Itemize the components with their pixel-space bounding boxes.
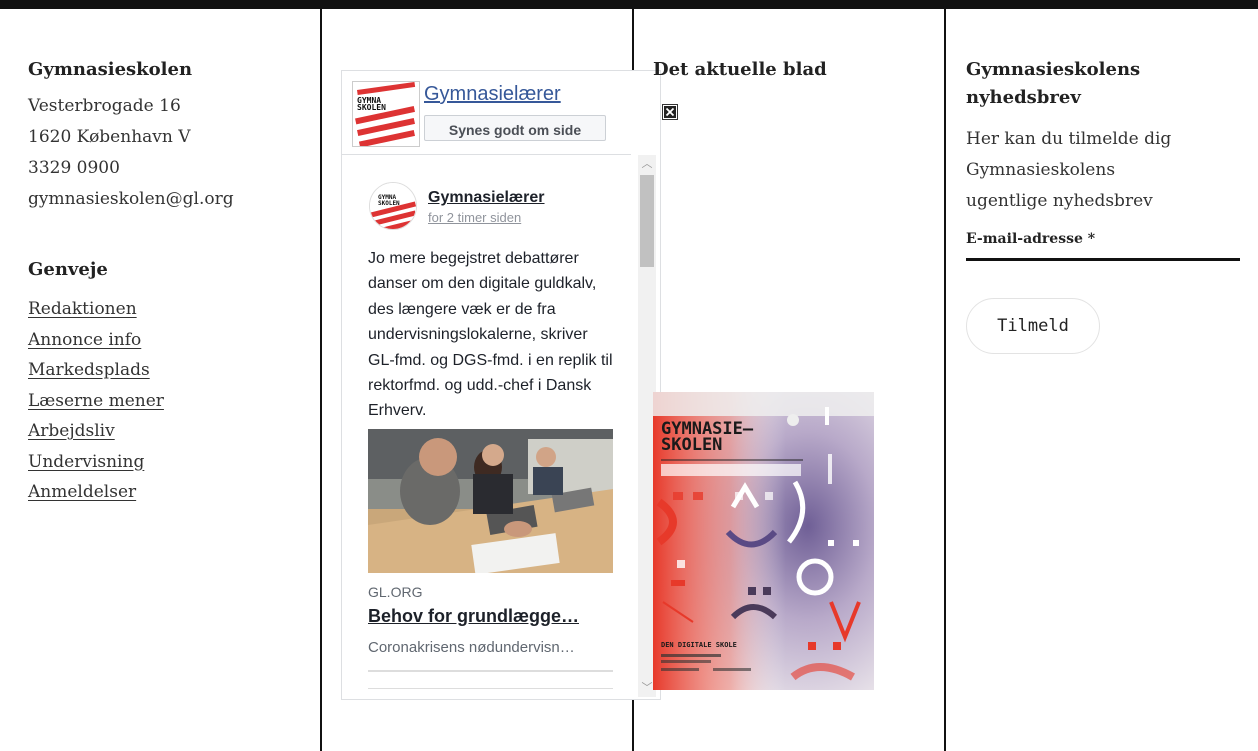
address-line-2: 1620 København V <box>28 127 191 147</box>
post-author-name[interactable]: Gymnasielærer <box>428 189 545 207</box>
scrollbar-thumb[interactable] <box>640 175 654 267</box>
newsletter-heading-line-2: nyhedsbrev <box>966 87 1081 108</box>
page-logo[interactable]: GYMNA SKOLEN <box>352 81 420 147</box>
contact-heading: Gymnasieskolen <box>28 59 193 80</box>
facebook-page-name[interactable]: Gymnasielærer <box>424 83 561 106</box>
link-markedsplads[interactable]: Markedsplads <box>28 355 164 386</box>
phone-number: 3329 0900 <box>28 158 120 178</box>
newsletter-heading: Gymnasieskolens nyhedsbrev <box>966 56 1140 112</box>
link-anmeldelser[interactable]: Anmeldelser <box>28 477 164 508</box>
cover-theme-title: DEN DIGITALE SKOLE <box>661 641 737 649</box>
cover-masthead-line-2: SKOLEN <box>661 435 722 455</box>
scroll-up-icon[interactable]: ︿ <box>638 157 656 171</box>
address-line-1: Vesterbrogade 16 <box>28 96 181 116</box>
email-address: gymnasieskolen@gl.org <box>28 189 234 209</box>
post-link-domain: GL.ORG <box>368 584 423 600</box>
newsletter-heading-line-1: Gymnasieskolens <box>966 59 1141 80</box>
magazine-cover[interactable]: GYMNASIE– SKOLEN DEN DIGITALE SKOLE <box>653 392 874 690</box>
link-laeserne-mener[interactable]: Læserne mener <box>28 386 164 417</box>
post-link-title[interactable]: Behov for grundlægge… <box>368 606 613 627</box>
email-field-label: E-mail-adresse * <box>966 231 1096 247</box>
email-field[interactable] <box>966 254 1240 261</box>
post-link-description: Coronakrisens nødundervisn… <box>368 639 575 656</box>
post-link-image[interactable] <box>368 429 613 573</box>
magazine-heading: Det aktuelle blad <box>653 59 827 80</box>
svg-text:SKOLEN: SKOLEN <box>378 200 400 207</box>
svg-text:SKOLEN: SKOLEN <box>357 103 386 112</box>
like-page-button[interactable]: Synes godt om side <box>424 115 606 141</box>
link-annonce-info[interactable]: Annonce info <box>28 325 164 356</box>
top-bar <box>0 0 1258 9</box>
facebook-page-widget: GYMNA SKOLEN Gymnasielærer Synes godt om… <box>341 70 661 700</box>
post-text: Jo mere begejstret debattører danser om … <box>368 250 613 420</box>
facebook-widget-header: GYMNA SKOLEN Gymnasielærer Synes godt om… <box>342 71 631 155</box>
link-undervisning[interactable]: Undervisning <box>28 447 164 478</box>
link-arbejdsliv[interactable]: Arbejdsliv <box>28 416 164 447</box>
post-author-avatar[interactable]: GYMNA SKOLEN <box>369 182 417 230</box>
newsletter-description: Her kan du tilmelde dig Gymnasieskolens … <box>966 124 1171 217</box>
subscribe-button[interactable]: Tilmeld <box>966 298 1100 354</box>
shortcuts-nav: Redaktionen Annonce info Markedsplads Læ… <box>28 294 164 508</box>
broken-image-icon <box>662 104 678 120</box>
column-divider <box>320 9 322 751</box>
post-timestamp[interactable]: for 2 timer siden <box>428 210 521 225</box>
shortcuts-heading: Genveje <box>28 259 108 280</box>
post-divider <box>368 688 613 689</box>
newsletter-desc-line: Gymnasieskolens <box>966 160 1116 180</box>
column-divider <box>944 9 946 751</box>
newsletter-desc-line: ugentlige nyhedsbrev <box>966 191 1153 211</box>
link-redaktionen[interactable]: Redaktionen <box>28 294 164 325</box>
post-divider <box>368 670 613 672</box>
newsletter-desc-line: Her kan du tilmelde dig <box>966 129 1172 149</box>
